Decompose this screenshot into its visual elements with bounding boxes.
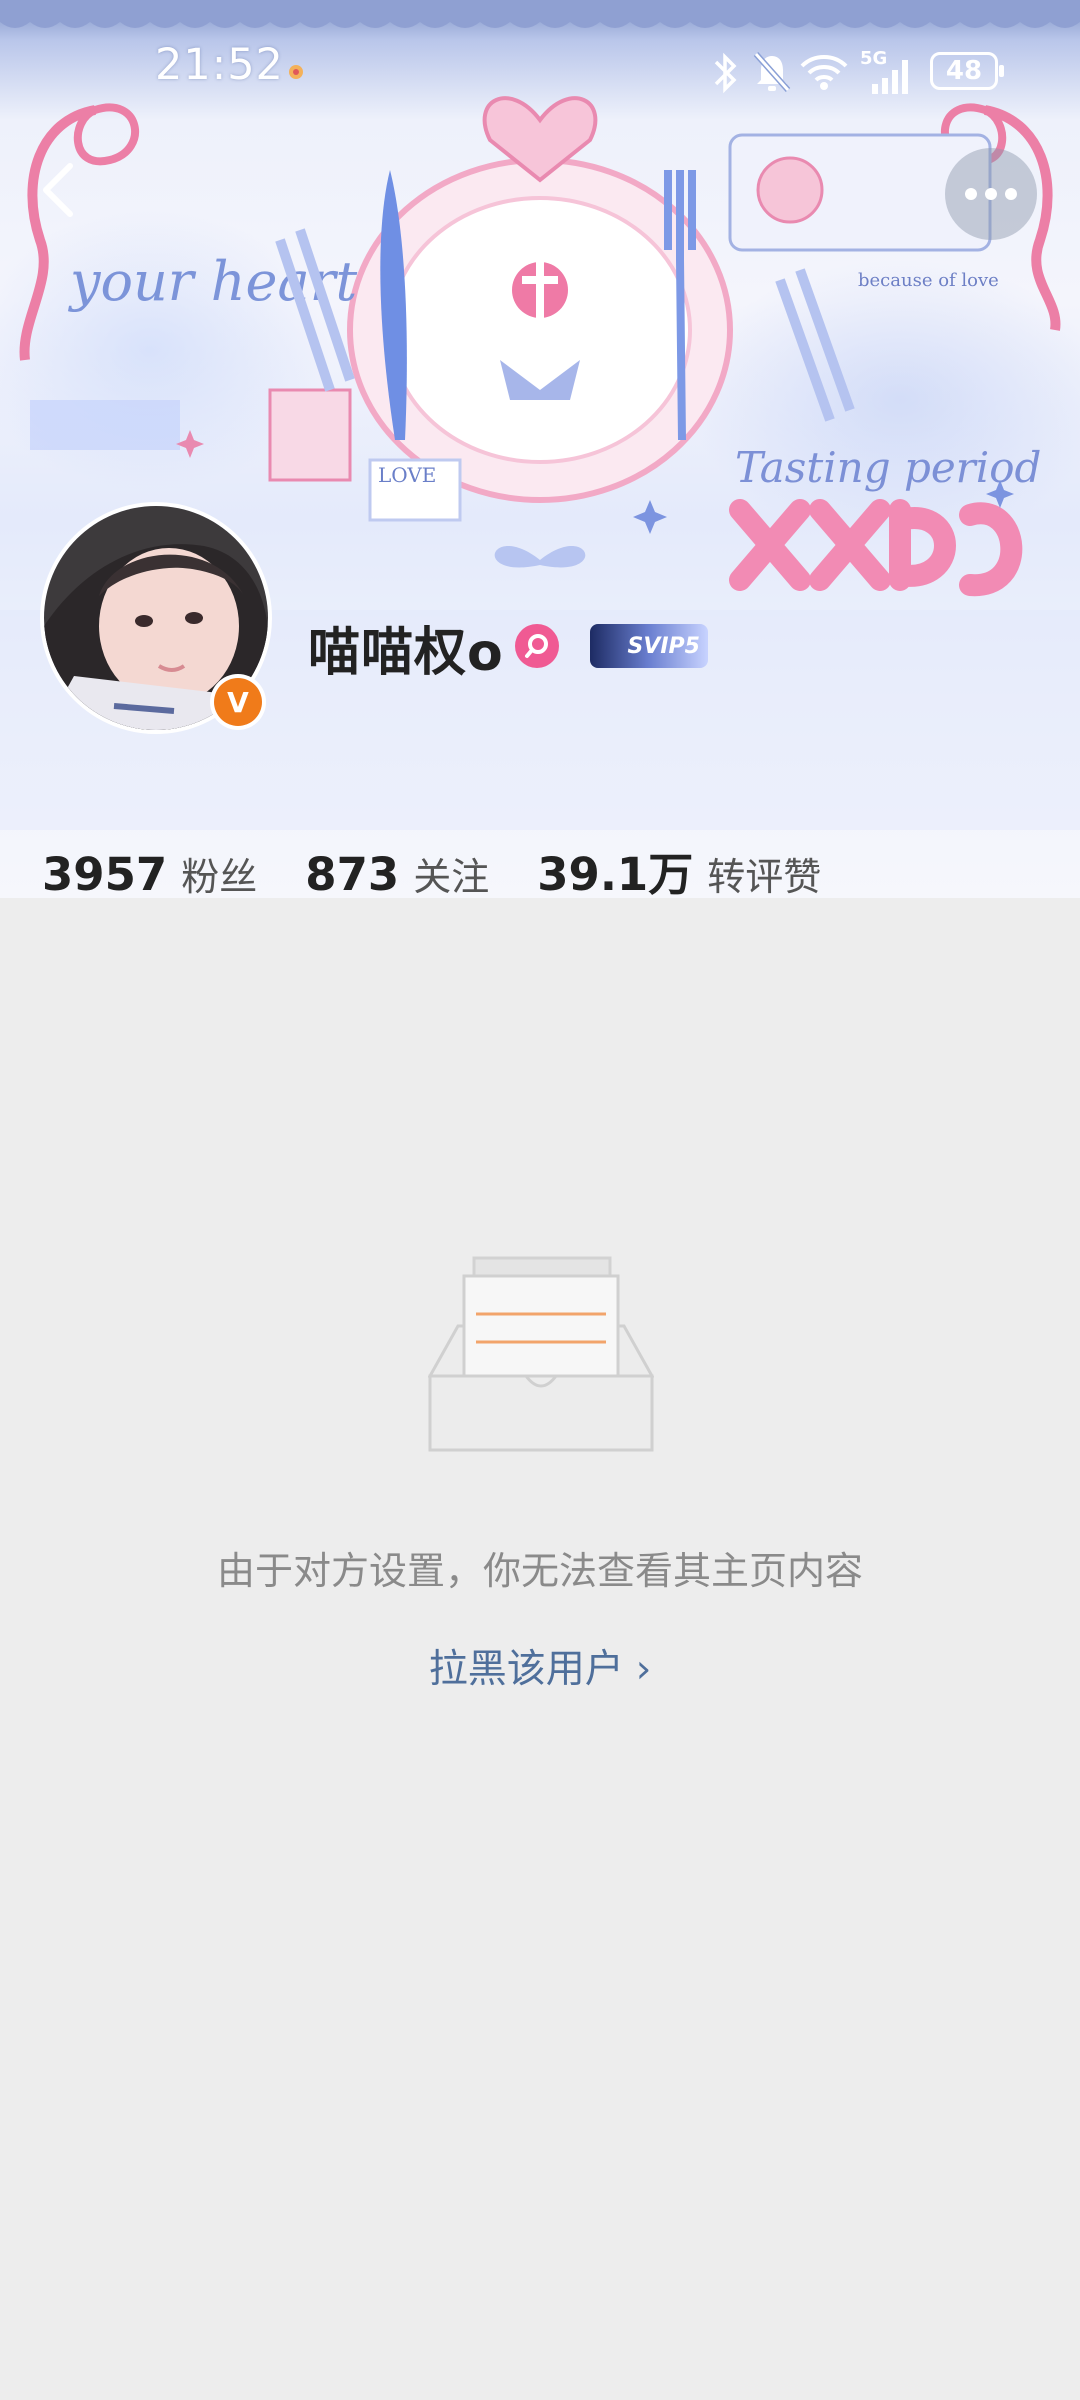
profile-header: your heart LOVE because of love Tasting … — [0, 0, 1080, 898]
back-button[interactable] — [30, 150, 90, 230]
empty-state-message: 由于对方设置，你无法查看其主页内容 — [216, 1549, 863, 1593]
status-bar: 21:52 5G 48 — [0, 0, 1080, 140]
battery-level: 48 — [945, 56, 983, 86]
banner-text-because: because of love — [858, 270, 999, 291]
stat-following[interactable]: 873 关注 — [305, 846, 489, 898]
bluetooth-icon — [714, 52, 737, 94]
banner-text-tasting: Tasting period — [735, 443, 1041, 492]
stat-label: 粉丝 — [181, 855, 258, 898]
svip-badge[interactable]: SVIP5 — [590, 624, 708, 668]
banner-text-love: LOVE — [378, 463, 436, 487]
verified-badge: V — [210, 674, 266, 730]
stat-label: 转评赞 — [707, 855, 822, 898]
stat-label: 关注 — [413, 855, 490, 898]
stat-value: 873 — [305, 848, 400, 898]
block-user-label: 拉黑该用户 — [428, 1647, 624, 1692]
stat-followers[interactable]: 3957 粉丝 — [42, 846, 257, 898]
profile-stats: 3957 粉丝 873 关注 39.1万 转评赞 — [42, 838, 869, 898]
pink-search-badge[interactable] — [515, 624, 559, 668]
chevron-right-icon: › — [635, 1647, 652, 1692]
wifi-icon — [800, 55, 848, 90]
empty-inbox-icon — [428, 1256, 654, 1452]
search-badge-icon — [525, 634, 548, 658]
stat-interactions[interactable]: 39.1万 转评赞 — [537, 838, 821, 898]
battery-icon: 48 — [930, 52, 1004, 90]
svip-level: SVIP5 — [627, 633, 701, 659]
verified-v-icon: V — [214, 678, 262, 726]
stat-value: 39.1万 — [537, 848, 694, 898]
username: 喵喵权o — [308, 623, 504, 683]
signal-icon — [872, 60, 908, 94]
more-options-button[interactable] — [945, 148, 1037, 240]
stat-value: 3957 — [42, 848, 168, 898]
verified-badge-text: V — [227, 685, 249, 719]
more-dots-icon — [965, 188, 1017, 200]
chevron-left-icon — [43, 163, 73, 217]
notification-dot-icon — [289, 65, 303, 79]
block-user-link[interactable]: 拉黑该用户 › — [0, 1638, 1080, 1694]
status-time: 21:52 — [155, 40, 284, 90]
mute-bell-icon — [753, 52, 791, 92]
